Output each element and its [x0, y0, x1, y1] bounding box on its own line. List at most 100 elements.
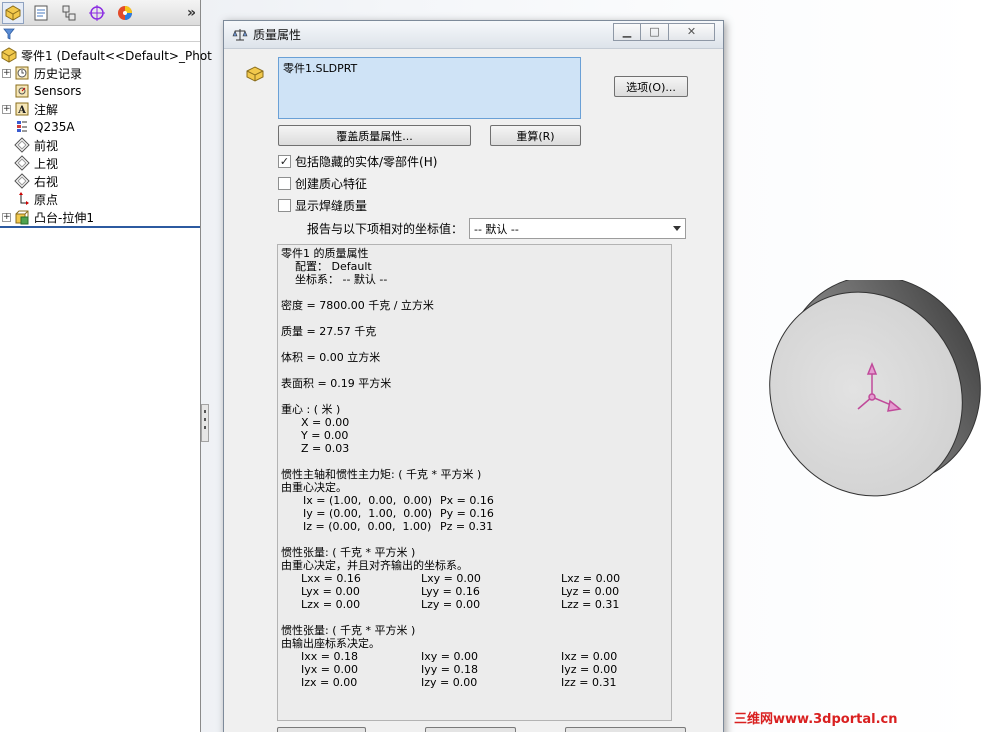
close-icon: ✕ — [686, 25, 697, 38]
minimize-button[interactable]: ▁ — [613, 22, 641, 41]
dropdown-arrow-icon — [673, 226, 681, 231]
feature-tree-tab[interactable] — [2, 1, 24, 24]
plane-icon — [14, 137, 30, 153]
tree-item-label: 上视 — [34, 156, 59, 171]
report-tensor1-title: 惯性张量: ( 千克 * 平方米 ) — [281, 546, 416, 559]
selected-part-icon — [246, 66, 264, 82]
maximize-button[interactable]: □ — [641, 22, 669, 41]
report-principal-row: Iz = (0.00, 0.00, 1.00) Pz = 0.31 — [303, 520, 494, 533]
report-tensor1-row: Lxx = 0.16 Lxy = 0.00 Lxz = 0.00 — [301, 572, 621, 585]
bottom-button-3[interactable] — [565, 727, 686, 732]
report-config: 配置： Default — [295, 260, 372, 273]
plane-icon — [14, 155, 30, 171]
create-com-checkbox-row[interactable]: 创建质心特征 — [278, 175, 367, 191]
tree-item-front-plane[interactable]: 前视 — [0, 136, 200, 154]
report-surface-area: 表面积 = 0.19 平方米 — [281, 377, 392, 390]
bottom-button-1[interactable] — [277, 727, 366, 732]
bottom-button-2[interactable] — [425, 727, 516, 732]
part-model-disc[interactable] — [760, 280, 984, 510]
report-principal-row: Iy = (0.00, 1.00, 0.00) Py = 0.16 — [303, 507, 494, 520]
report-tensor1-sub: 由重心决定，并且对齐输出的坐标系。 — [281, 559, 468, 572]
plane-icon — [14, 173, 30, 189]
selected-items-list[interactable]: 零件1.SLDPRT — [278, 57, 581, 119]
include-hidden-checkbox-row[interactable]: ✓ 包括隐藏的实体/零部件(H) — [278, 153, 437, 169]
dimxpert-icon — [89, 4, 105, 21]
history-icon — [14, 65, 30, 81]
report-cog-y: Y = 0.00 — [301, 429, 349, 442]
checkbox-label: 包括隐藏的实体/零部件(H) — [295, 154, 438, 169]
coordinate-system-select[interactable]: -- 默认 -- — [469, 218, 686, 239]
coordinate-system-value: -- 默认 -- — [474, 222, 519, 236]
tree-item-right-plane[interactable]: 右视 — [0, 172, 200, 190]
tree-item-annotations[interactable]: + A 注解 — [0, 100, 200, 118]
origin-icon — [14, 191, 30, 207]
tree-item-material[interactable]: Q235A — [0, 118, 200, 136]
maximize-icon: □ — [649, 25, 660, 38]
report-mass: 质量 = 27.57 千克 — [281, 325, 377, 338]
selected-item[interactable]: 零件1.SLDPRT — [283, 60, 576, 76]
expand-toggle[interactable]: + — [2, 68, 11, 78]
tree-filter[interactable] — [0, 26, 200, 42]
report-cog-title: 重心 : ( 米 ) — [281, 403, 341, 416]
report-principal-row: Ix = (1.00, 0.00, 0.00) Px = 0.16 — [303, 494, 494, 507]
report-header: 零件1 的质量属性 — [281, 247, 369, 260]
watermark: 三维网www.3dportal.cn — [734, 712, 898, 727]
property-manager-tab[interactable] — [30, 2, 52, 24]
report-density: 密度 = 7800.00 千克 / 立方米 — [281, 299, 434, 312]
recalculate-button[interactable]: 重算(R) — [490, 125, 581, 146]
tree-item-extrude[interactable]: + 凸台-拉伸1 — [0, 208, 200, 226]
report-cog-x: X = 0.00 — [301, 416, 350, 429]
tree-root-part[interactable]: 零件1 (Default<<Default>_Phot — [0, 46, 212, 64]
show-weld-mass-checkbox-row[interactable]: 显示焊缝质量 — [278, 197, 367, 213]
configuration-manager-tab[interactable] — [58, 2, 80, 24]
report-tensor2-title: 惯性张量: ( 千克 * 平方米 ) — [281, 624, 416, 637]
override-mass-properties-button[interactable]: 覆盖质量属性... — [278, 125, 471, 146]
options-button[interactable]: 选项(O)... — [614, 76, 688, 97]
minimize-icon: ▁ — [622, 25, 632, 38]
tree-item-label: Q235A — [34, 120, 75, 134]
mass-properties-report[interactable]: 零件1 的质量属性 配置： Default 坐标系： -- 默认 -- 密度 =… — [277, 244, 672, 721]
coordinate-system-label: 报告与以下项相对的坐标值： — [307, 222, 464, 236]
report-cog-z: Z = 0.03 — [301, 442, 350, 455]
dialog-title: 质量属性 — [253, 28, 302, 42]
checkbox-label: 创建质心特征 — [295, 176, 368, 191]
report-principal-title: 惯性主轴和惯性主力矩: ( 千克 * 平方米 ) — [281, 468, 482, 481]
report-principal-sub: 由重心决定。 — [281, 481, 347, 494]
report-tensor2-row: Iyx = 0.00 Iyy = 0.18 Iyz = 0.00 — [301, 663, 618, 676]
close-button[interactable]: ✕ — [669, 22, 715, 41]
feature-tree-icon — [5, 4, 21, 21]
tree-item-origin[interactable]: 原点 — [0, 190, 200, 208]
tree-item-top-plane[interactable]: 上视 — [0, 154, 200, 172]
property-manager-icon — [34, 5, 48, 20]
annotation-icon: A — [14, 101, 30, 117]
create-com-checkbox[interactable] — [278, 176, 291, 190]
tree-item-history[interactable]: + 历史记录 — [0, 64, 200, 82]
expand-toggle[interactable]: + — [2, 212, 11, 222]
filter-icon — [3, 28, 15, 40]
tree-item-label: 凸台-拉伸1 — [34, 210, 94, 225]
show-weld-mass-checkbox[interactable] — [278, 198, 291, 212]
part-icon — [1, 47, 17, 63]
checkbox-label: 显示焊缝质量 — [295, 198, 368, 213]
dialog-title-bar[interactable]: 质量属性 ▁ □ ✕ — [224, 21, 723, 49]
feature-manager-tabs: » — [0, 0, 200, 26]
dimxpert-tab[interactable] — [86, 2, 108, 24]
tree-item-sensors[interactable]: Sensors — [0, 82, 200, 100]
tree-item-label: 右视 — [34, 174, 59, 189]
expand-toggle[interactable]: + — [2, 104, 11, 114]
report-tensor2-row: Izx = 0.00 Izy = 0.00 Izz = 0.31 — [301, 676, 617, 689]
panel-splitter[interactable] — [201, 404, 209, 442]
mass-properties-dialog: 质量属性 ▁ □ ✕ 零件1.SLDPRT 选项(O)... 覆盖质量属性...… — [223, 20, 724, 732]
display-manager-tab[interactable] — [114, 2, 136, 24]
expand-panel-icon[interactable]: » — [187, 5, 196, 21]
tree-item-label: Sensors — [34, 84, 82, 98]
report-coord-sys: 坐标系： -- 默认 -- — [295, 273, 388, 286]
include-hidden-checkbox[interactable]: ✓ — [278, 154, 291, 168]
scale-icon — [232, 28, 248, 40]
material-icon — [14, 119, 30, 135]
report-tensor1-row: Lzx = 0.00 Lzy = 0.00 Lzz = 0.31 — [301, 598, 620, 611]
report-tensor1-row: Lyx = 0.00 Lyy = 0.16 Lyz = 0.00 — [301, 585, 620, 598]
sensor-icon — [14, 83, 30, 99]
report-tensor2-sub: 由输出座标系决定。 — [281, 637, 380, 650]
rollback-bar[interactable] — [0, 226, 200, 228]
